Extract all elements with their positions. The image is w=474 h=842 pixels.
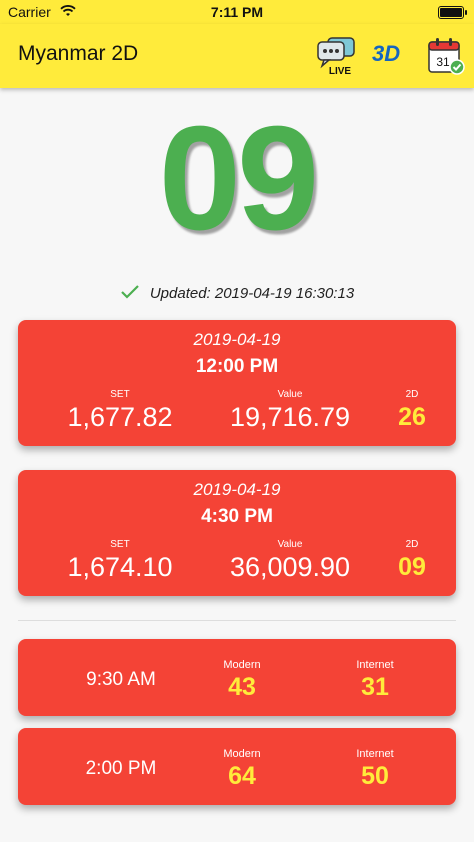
clock: 7:11 PM — [210, 4, 264, 20]
session-time: 2:00 PM — [85, 758, 157, 779]
session-card[interactable]: 9:30 AM Modern 43 Internet 31 — [18, 639, 456, 716]
set-value: 1,674.10 — [67, 552, 173, 582]
value-value: 19,716.79 — [229, 402, 351, 432]
app-title: Myanmar 2D — [18, 42, 139, 65]
modern-label: Modern — [223, 659, 261, 671]
battery-icon — [438, 6, 467, 19]
twod-label: 2D — [405, 389, 419, 400]
status-bar: Carrier 7:11 PM — [0, 0, 474, 24]
three-d-button[interactable]: 3D — [372, 41, 400, 67]
result-card[interactable]: 2019-04-19 12:00 PM SET 1,677.82 Value 1… — [18, 320, 456, 446]
updated-text: Updated: 2019-04-19 16:30:13 — [149, 284, 355, 302]
set-label: SET — [110, 539, 130, 550]
result-card[interactable]: 2019-04-19 4:30 PM SET 1,674.10 Value 36… — [18, 470, 456, 596]
internet-value: 50 — [361, 762, 389, 790]
session-card[interactable]: 2:00 PM Modern 64 Internet 50 — [18, 728, 456, 805]
updated-line: Updated: 2019-04-19 16:30:13 — [0, 284, 474, 304]
result-time: 4:30 PM — [201, 506, 273, 527]
calendar-day: 31 — [436, 55, 450, 69]
twod-value: 09 — [398, 553, 426, 581]
app-bar: Myanmar 2D LIVE 3D 31 — [0, 24, 474, 88]
session-time: 9:30 AM — [86, 669, 156, 690]
value-value: 36,009.90 — [229, 552, 351, 582]
result-time: 12:00 PM — [195, 356, 279, 377]
internet-value: 31 — [361, 673, 389, 701]
check-icon — [120, 284, 140, 304]
set-label: SET — [110, 389, 130, 400]
calendar-button[interactable]: 31 — [426, 36, 466, 76]
set-value: 1,677.82 — [67, 402, 173, 432]
live-chat-button[interactable]: LIVE — [316, 36, 356, 77]
current-2d-number: 09 — [158, 96, 320, 261]
modern-label: Modern — [223, 748, 261, 760]
internet-label: Internet — [356, 659, 394, 671]
twod-value: 26 — [398, 403, 426, 431]
calendar-icon: 31 — [428, 38, 465, 75]
result-date: 2019-04-19 — [193, 480, 281, 499]
live-label: LIVE — [329, 66, 352, 76]
value-label: Value — [277, 539, 303, 550]
live-chat-icon: LIVE — [317, 37, 355, 77]
internet-label: Internet — [356, 748, 394, 760]
result-date: 2019-04-19 — [193, 330, 281, 349]
modern-value: 64 — [228, 762, 256, 790]
modern-value: 43 — [228, 673, 256, 701]
twod-label: 2D — [405, 539, 419, 550]
value-label: Value — [277, 389, 303, 400]
divider — [18, 620, 456, 621]
